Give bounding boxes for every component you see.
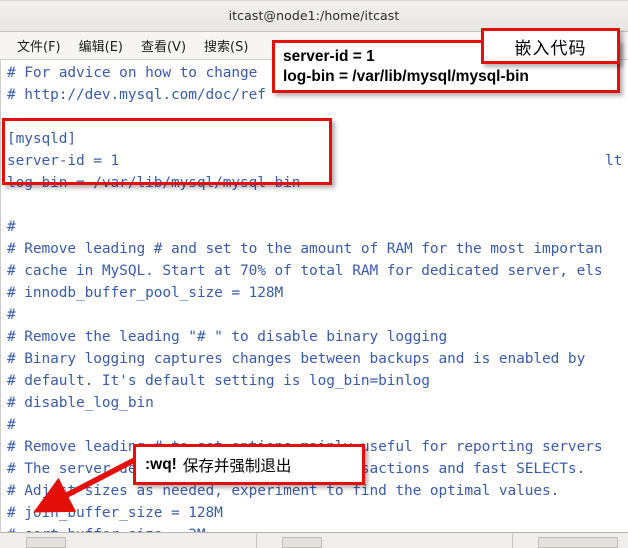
annotation-embed-label-text: 嵌入代码 <box>514 38 587 59</box>
terminal-line: # <box>7 219 16 235</box>
annotation-box-wq-command: :wq! 保存并强制退出 <box>133 444 365 485</box>
annotation-code-line2: log-bin = /var/lib/mysql/mysql-bin <box>283 68 529 85</box>
annotation-wq-command-text: :wq! <box>145 455 177 473</box>
terminal-line: # default. It's default setting is log_b… <box>7 373 430 389</box>
taskbar <box>0 532 628 548</box>
taskbar-button[interactable] <box>282 537 322 548</box>
annotation-label-embed-code: 嵌入代码 <box>481 28 620 64</box>
menu-view[interactable]: 查看(V) <box>132 34 195 57</box>
terminal-line: # innodb_buffer_pool_size = 128M <box>7 285 284 301</box>
menu-edit[interactable]: 编辑(E) <box>70 34 132 57</box>
annotation-box-mysqld-block <box>2 118 332 185</box>
terminal-line: # sort_buffer_size = 2M <box>7 524 628 532</box>
taskbar-separator <box>256 533 257 548</box>
menu-search[interactable]: 搜索(S) <box>195 34 257 57</box>
terminal-line: # <box>7 417 16 433</box>
clipped-line-fragment: lt <box>605 153 623 169</box>
terminal-line: # <box>7 307 16 323</box>
terminal-line: # Remove leading # and set to the amount… <box>7 241 603 257</box>
taskbar-button[interactable] <box>538 537 618 548</box>
taskbar-button[interactable] <box>26 537 66 548</box>
terminal-line: # join_buffer_size = 128M <box>7 505 223 521</box>
terminal-line: # Binary logging captures changes betwee… <box>7 351 586 367</box>
terminal-line: # Remove the leading "# " to disable bin… <box>7 329 448 345</box>
taskbar-separator <box>512 533 513 548</box>
terminal-line: # cache in MySQL. Start at 70% of total … <box>7 263 603 279</box>
window-title: itcast@node1:/home/itcast <box>228 8 400 23</box>
annotation-wq-description-text: 保存并强制退出 <box>182 456 292 475</box>
menu-file[interactable]: 文件(F) <box>8 34 70 57</box>
terminal-window: itcast@node1:/home/itcast 文件(F) 编辑(E) 查看… <box>0 0 628 548</box>
terminal-line: # disable_log_bin <box>7 395 154 411</box>
